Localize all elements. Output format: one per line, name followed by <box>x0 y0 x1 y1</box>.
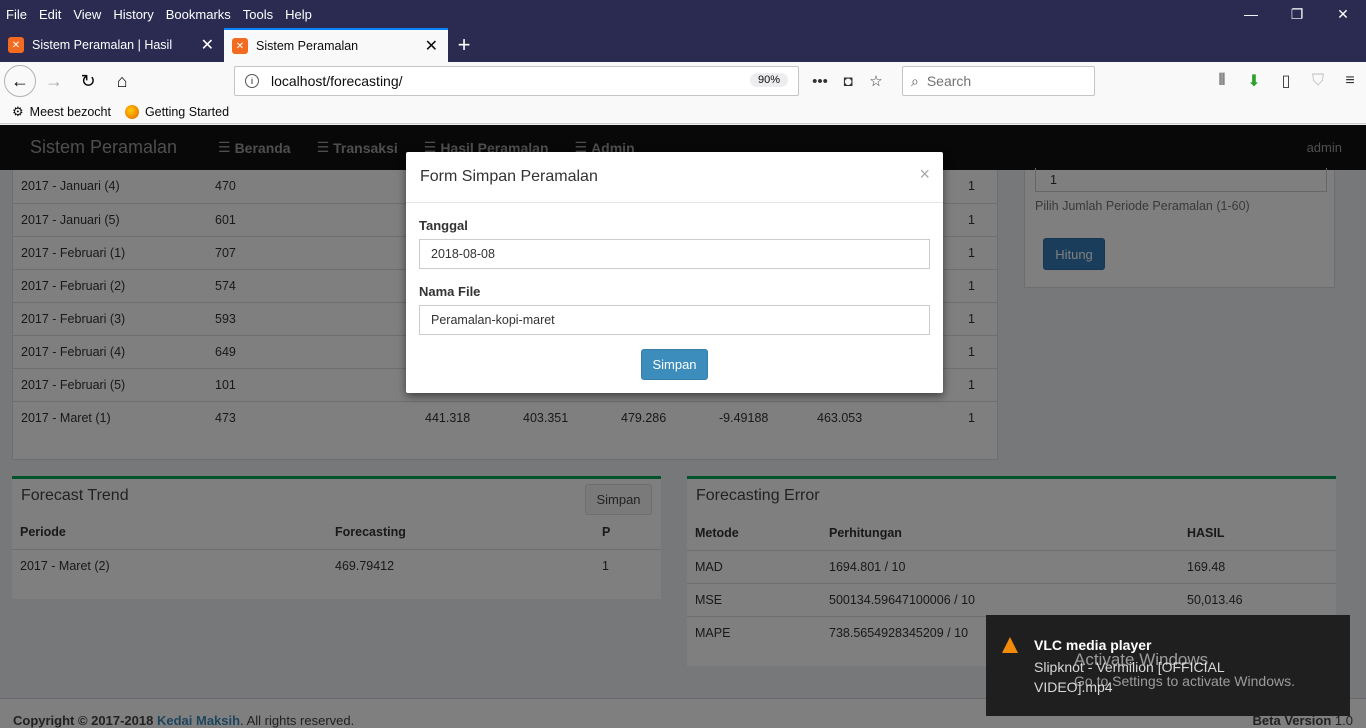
activate-windows-watermark: Activate Windows Go to Settings to activ… <box>1074 650 1295 689</box>
tab-label: Sistem Peramalan | Hasil <box>32 38 173 52</box>
watermark-title: Activate Windows <box>1074 650 1209 669</box>
modal-header: Form Simpan Peramalan <box>406 152 943 203</box>
bookmark-label: Meest bezocht <box>29 104 111 119</box>
bookmark-label: Getting Started <box>144 104 230 119</box>
nama-file-label: Nama File <box>419 284 481 299</box>
more-actions-icon[interactable]: ••• <box>806 73 834 90</box>
bookmark-getting-started[interactable]: Getting Started <box>124 104 230 119</box>
bookmark-meest-bezocht[interactable]: ⚙ Meest bezocht <box>12 104 111 120</box>
modal-title: Form Simpan Peramalan <box>420 168 598 185</box>
sidebar-icon[interactable]: ▯ <box>1270 71 1302 91</box>
library-icon[interactable]: ⫴ <box>1206 72 1238 90</box>
tab-label: Sistem Peramalan <box>256 39 359 53</box>
close-tab-icon[interactable]: ✕ <box>425 36 438 56</box>
url-bar[interactable]: i localhost/forecasting/ 90% <box>234 66 799 96</box>
url-text: localhost/forecasting/ <box>271 73 403 89</box>
menu-file[interactable]: File <box>0 7 33 22</box>
back-button[interactable]: ← <box>4 65 36 97</box>
reload-button[interactable]: ↻ <box>72 65 104 97</box>
nama-file-input[interactable]: Peramalan-kopi-maret <box>419 305 930 335</box>
watermark-subtitle: Go to Settings to activate Windows. <box>1074 673 1295 689</box>
xampp-icon: ✕ <box>8 37 24 53</box>
pocket-icon[interactable]: ◘ <box>834 73 862 90</box>
gear-icon: ⚙ <box>12 103 24 119</box>
search-icon: ⌕ <box>911 72 919 89</box>
download-icon[interactable]: ⬇ <box>1238 71 1270 91</box>
window-controls: — ❐ ✕ <box>1228 0 1366 28</box>
menu-help[interactable]: Help <box>279 7 318 22</box>
simpan-button[interactable]: Simpan <box>641 349 708 380</box>
toolbar-right: ⫴ ⬇ ▯ ⛉ ≡ <box>1206 66 1366 96</box>
minimize-button[interactable]: — <box>1228 0 1274 28</box>
bookmark-star-icon[interactable]: ☆ <box>862 72 890 90</box>
tanggal-input[interactable]: 2018-08-08 <box>419 239 930 269</box>
info-icon[interactable]: i <box>245 74 259 88</box>
bookmarks-toolbar: ⚙ Meest bezocht Getting Started <box>0 100 1366 124</box>
menu-bar: File Edit View History Bookmarks Tools H… <box>0 0 1366 28</box>
shield-icon[interactable]: ⛉ <box>1302 72 1334 90</box>
close-icon[interactable]: × <box>919 164 930 185</box>
menu-bookmarks[interactable]: Bookmarks <box>160 7 237 22</box>
tab-bar: ✕ Sistem Peramalan | Hasil ✕ ✕ Sistem Pe… <box>0 28 1366 62</box>
hamburger-menu-icon[interactable]: ≡ <box>1334 72 1366 90</box>
vlc-cone-icon <box>1002 637 1018 653</box>
new-tab-button[interactable]: + <box>448 28 480 62</box>
firefox-icon <box>124 104 139 119</box>
tab-peramalan[interactable]: ✕ Sistem Peramalan ✕ <box>224 28 448 62</box>
page-actions: ••• ◘ ☆ <box>806 66 890 96</box>
navigation-toolbar: ← → ↻ ⌂ i localhost/forecasting/ 90% •••… <box>0 62 1366 100</box>
menu-view[interactable]: View <box>67 7 107 22</box>
xampp-icon: ✕ <box>232 38 248 54</box>
restore-button[interactable]: ❐ <box>1274 0 1320 28</box>
search-input[interactable]: ⌕ Search <box>902 66 1095 96</box>
menu-edit[interactable]: Edit <box>33 7 67 22</box>
close-window-button[interactable]: ✕ <box>1320 0 1366 28</box>
menu-tools[interactable]: Tools <box>237 7 279 22</box>
tanggal-label: Tanggal <box>419 218 468 233</box>
search-placeholder: Search <box>926 73 972 89</box>
menu-history[interactable]: History <box>107 7 159 22</box>
tab-hasil[interactable]: ✕ Sistem Peramalan | Hasil ✕ <box>0 28 224 62</box>
home-button[interactable]: ⌂ <box>106 65 138 97</box>
close-tab-icon[interactable]: ✕ <box>201 35 214 55</box>
forward-button[interactable]: → <box>38 65 70 97</box>
zoom-indicator[interactable]: 90% <box>749 73 788 87</box>
save-forecast-modal: Form Simpan Peramalan × Tanggal 2018-08-… <box>406 152 943 393</box>
